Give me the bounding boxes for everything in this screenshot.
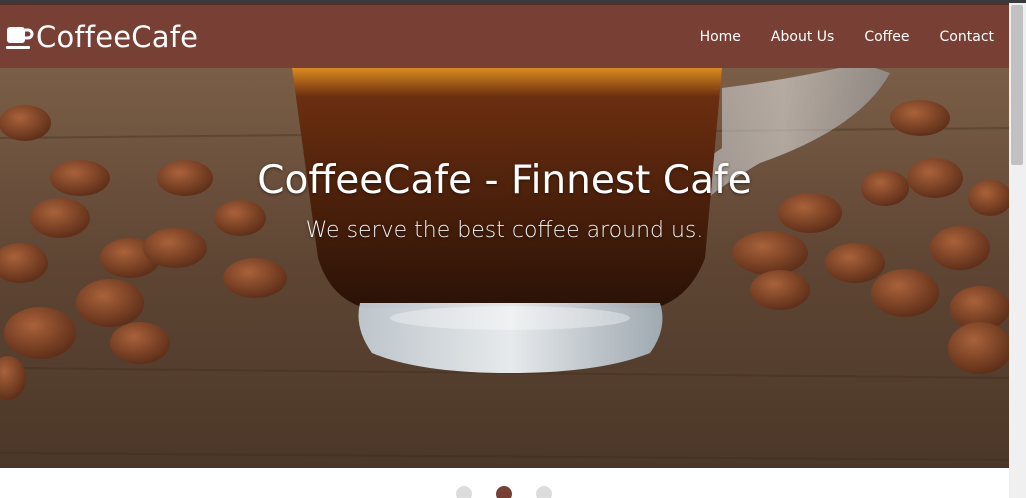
hero-carousel-slide: CoffeeCafe - Finnest Cafe We serve the b… [0,68,1009,468]
carousel-indicators [0,486,1009,498]
carousel-indicator-3[interactable] [536,486,552,498]
nav-item-home[interactable]: Home [700,29,741,45]
brand-name: CoffeeCafe [36,20,199,54]
navbar: CoffeeCafe Home About Us Coffee Contact [0,3,1009,68]
hero-background-image [0,68,1009,468]
brand-logo[interactable]: CoffeeCafe [6,17,198,57]
page: CoffeeCafe Home About Us Coffee Contact [0,3,1009,498]
carousel-indicator-1[interactable] [456,486,472,498]
main-nav: Home About Us Coffee Contact [700,5,1009,68]
nav-item-contact[interactable]: Contact [940,29,994,45]
scrollbar-thumb[interactable] [1011,5,1023,165]
hero-title: CoffeeCafe - Finnest Cafe [257,158,752,203]
coffee-cup-icon [6,27,34,49]
nav-item-coffee[interactable]: Coffee [864,29,909,45]
vertical-scrollbar[interactable] [1009,3,1026,498]
carousel-indicator-2[interactable] [496,486,512,498]
hero-subtitle: We serve the best coffee around us. [305,218,704,243]
nav-item-about-us[interactable]: About Us [771,29,834,45]
